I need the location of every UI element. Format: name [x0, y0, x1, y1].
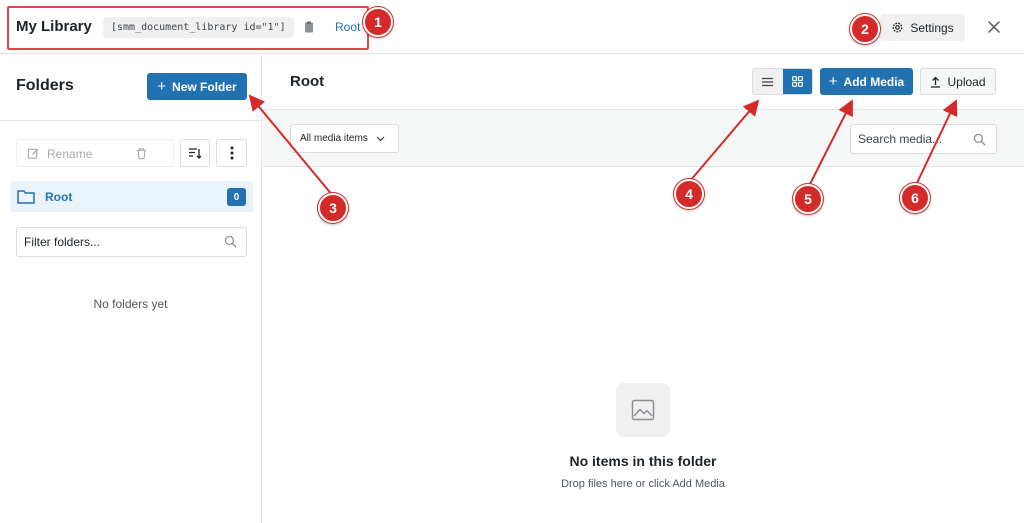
- media-panel: Root + Add Media Upload All media items …: [262, 55, 1024, 523]
- view-toggle: [752, 68, 813, 95]
- library-title: My Library: [16, 18, 92, 35]
- gear-icon: [892, 22, 903, 33]
- image-placeholder-icon: [616, 383, 670, 437]
- shortcode-badge[interactable]: [smm_document_library id="1"]: [103, 17, 294, 38]
- annotation-marker-6: 6: [900, 183, 930, 213]
- folder-icon: [17, 190, 35, 204]
- empty-folders-text: No folders yet: [93, 297, 168, 311]
- search-icon: [224, 235, 237, 248]
- annotation-marker-4: 4: [674, 179, 704, 209]
- plus-icon: +: [157, 78, 167, 95]
- clipboard-icon[interactable]: [302, 20, 316, 34]
- search-icon: [973, 133, 986, 146]
- breadcrumb-root[interactable]: Root: [335, 20, 360, 34]
- media-toolbar: All media items: [262, 109, 1024, 167]
- folder-name: Root: [45, 190, 73, 204]
- sort-button[interactable]: [180, 139, 210, 167]
- sidebar-divider: [0, 120, 261, 121]
- upload-button[interactable]: Upload: [920, 68, 996, 95]
- media-filter-select[interactable]: All media items: [290, 124, 399, 153]
- chevron-down-icon: [376, 136, 385, 141]
- close-icon: [988, 21, 1000, 33]
- list-view-button[interactable]: [753, 69, 783, 94]
- settings-label: Settings: [910, 20, 954, 35]
- rename-label: Rename: [47, 147, 93, 161]
- grid-view-button[interactable]: [782, 69, 812, 94]
- list-icon: [762, 77, 774, 86]
- more-options-button[interactable]: [216, 139, 247, 167]
- edit-icon: [27, 148, 39, 159]
- add-media-label: Add Media: [843, 74, 905, 89]
- filter-folders-input[interactable]: [16, 227, 247, 257]
- empty-state-subtitle: Drop files here or click Add Media: [561, 478, 725, 490]
- rename-button[interactable]: Rename: [16, 139, 174, 167]
- new-folder-button[interactable]: + New Folder: [147, 73, 247, 100]
- annotation-marker-5: 5: [793, 184, 823, 214]
- upload-label: Upload: [947, 74, 986, 89]
- folder-item-root[interactable]: Root 0: [10, 181, 253, 212]
- media-library-app: My Library [smm_document_library id="1"]…: [0, 0, 1024, 523]
- annotation-marker-3: 3: [318, 193, 348, 223]
- new-folder-label: New Folder: [172, 79, 237, 94]
- upload-icon: [931, 76, 941, 88]
- annotation-marker-2: 2: [850, 14, 880, 44]
- add-media-button[interactable]: + Add Media: [820, 68, 913, 95]
- settings-button[interactable]: Settings: [880, 14, 965, 41]
- plus-icon: +: [828, 73, 838, 90]
- folder-count-badge: 0: [227, 188, 246, 206]
- folders-sidebar: Folders + New Folder Rename Root 0 Filte…: [0, 55, 262, 523]
- sidebar-title: Folders: [16, 77, 74, 94]
- sort-icon: [189, 148, 202, 159]
- annotation-marker-1: 1: [363, 7, 393, 37]
- more-vertical-icon: [230, 146, 233, 160]
- media-filter-value: All media items: [300, 133, 368, 144]
- trash-icon[interactable]: [135, 147, 148, 160]
- close-button[interactable]: [984, 17, 1004, 37]
- empty-state-title: No items in this folder: [569, 453, 717, 469]
- grid-icon: [791, 76, 803, 87]
- current-folder-title: Root: [290, 73, 325, 90]
